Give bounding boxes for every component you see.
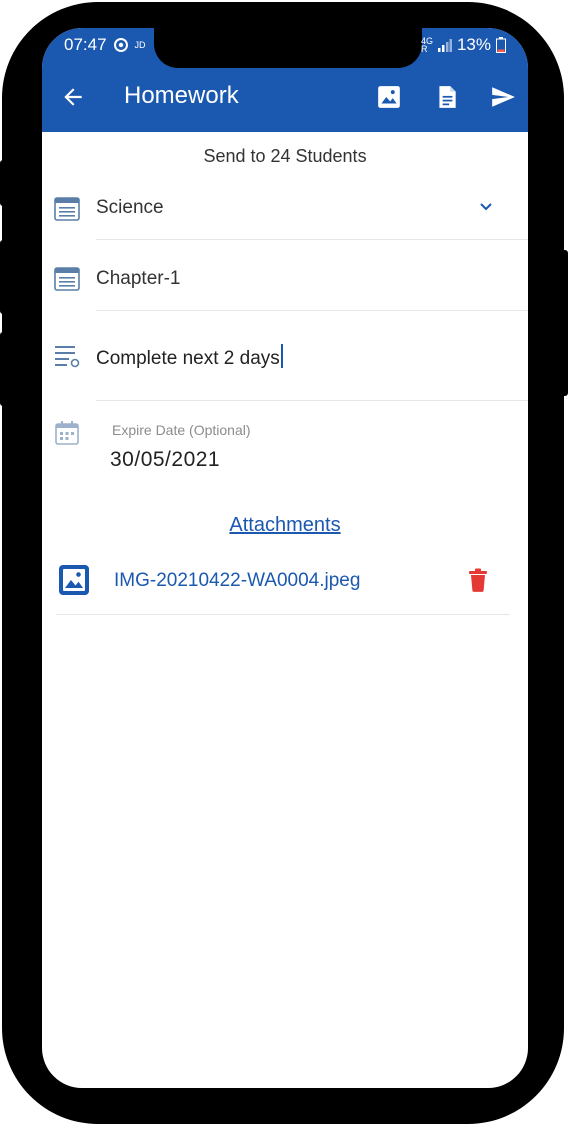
calendar-icon — [55, 421, 79, 445]
volume-down-button — [0, 240, 8, 314]
app-bar: 07:47 JD 4G R 13% Homework — [42, 28, 528, 132]
arrow-left-icon[interactable] — [60, 84, 86, 110]
trash-icon[interactable] — [468, 568, 488, 592]
status-bar-left: 07:47 JD — [64, 35, 146, 55]
document-icon[interactable] — [434, 84, 460, 110]
expire-date-field[interactable]: 30/05/2021 — [110, 448, 220, 472]
subject-divider — [96, 239, 528, 240]
book-list-icon — [54, 197, 80, 221]
subject-select[interactable]: Science — [96, 197, 164, 219]
description-text: Complete next 2 days — [96, 348, 280, 369]
text-cursor — [280, 344, 283, 368]
image-icon[interactable] — [58, 564, 90, 596]
expire-date-label: Expire Date (Optional) — [112, 422, 251, 438]
description-divider — [96, 400, 528, 401]
power-button — [560, 250, 568, 396]
status-time: 07:47 — [64, 35, 107, 54]
book-list-icon — [54, 267, 80, 291]
at-icon — [113, 38, 128, 52]
network-type-bottom: R — [420, 44, 428, 54]
signal-icon — [437, 39, 452, 52]
battery-percent: 13% — [456, 35, 491, 54]
network-type: 4G R — [420, 37, 433, 54]
battery-icon — [496, 37, 506, 53]
status-bar-right: 4G R 13% — [421, 35, 506, 55]
chapter-divider — [96, 310, 528, 311]
attachment-file-name[interactable]: IMG-20210422-WA0004.jpeg — [114, 570, 360, 592]
send-icon[interactable] — [490, 84, 516, 110]
camera-notch — [154, 28, 422, 68]
attachment-divider — [56, 614, 510, 615]
volume-up-button — [0, 160, 8, 206]
description-input[interactable]: Complete next 2 days — [96, 344, 283, 370]
status-small-label: JD — [134, 40, 146, 50]
page-title: Homework — [124, 82, 239, 109]
chapter-input[interactable]: Chapter-1 — [96, 268, 181, 290]
phone-screen: 07:47 JD 4G R 13% Homework Send to 24 St… — [42, 28, 528, 1088]
bixby-button — [0, 332, 8, 406]
chevron-down-icon[interactable] — [478, 198, 494, 214]
attachments-heading[interactable]: Attachments — [42, 514, 528, 537]
recipient-count: Send to 24 Students — [203, 146, 367, 166]
notes-list-icon — [55, 346, 80, 368]
image-icon[interactable] — [376, 84, 402, 110]
